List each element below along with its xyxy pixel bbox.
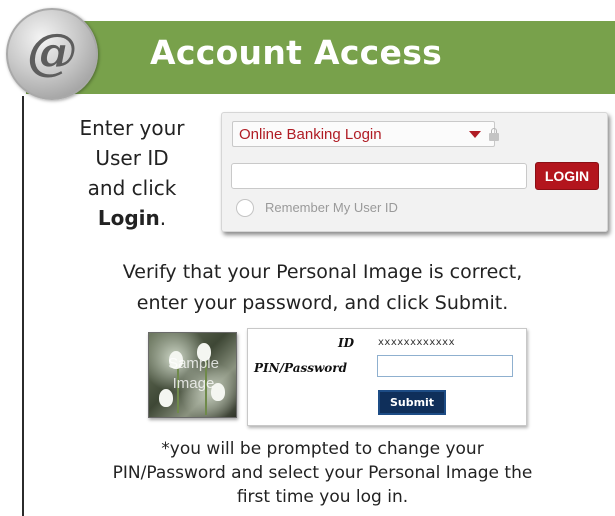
id-value: xxxxxxxxxxxx — [378, 337, 456, 348]
step1-line: Login. — [58, 203, 206, 233]
step2-line: Verify that your Personal Image is corre… — [122, 261, 523, 283]
page-title: Account Access — [150, 33, 443, 72]
login-word: Login — [97, 206, 160, 230]
step1-instructions: Enter your User ID and click Login. — [58, 113, 206, 233]
lock-icon — [489, 128, 499, 141]
at-sign-icon: @ — [6, 8, 98, 100]
footnote-line: PIN/Password and select your Personal Im… — [112, 463, 533, 483]
login-type-select-value: Online Banking Login — [239, 126, 382, 143]
footnote: *you will be prompted to change your PIN… — [30, 437, 615, 509]
step1-line: Enter your — [79, 116, 185, 140]
submit-button[interactable]: Submit — [378, 390, 446, 415]
sample-image-text: Image — [172, 375, 215, 392]
step2-line: enter your password, and click Submit. — [136, 292, 509, 314]
remember-user-id-label: Remember My User ID — [265, 200, 398, 215]
caret-down-icon — [469, 131, 481, 138]
pin-password-label: PIN/Password — [254, 361, 348, 375]
sample-personal-image: Sample Image — [148, 332, 237, 418]
footnote-line: *you will be prompted to change your — [161, 439, 484, 459]
remember-user-id-checkbox[interactable] — [236, 199, 254, 217]
step2-instructions: Verify that your Personal Image is corre… — [30, 257, 615, 319]
step1-line: and click — [87, 176, 177, 200]
login-type-select[interactable]: Online Banking Login — [232, 121, 495, 147]
id-label: ID — [338, 336, 355, 350]
pin-password-form-example: ID xxxxxxxxxxxx PIN/Password Submit — [247, 328, 527, 426]
period: . — [159, 206, 167, 230]
pin-password-input[interactable] — [377, 355, 513, 377]
login-button[interactable]: LOGIN — [535, 162, 599, 190]
user-id-input[interactable] — [231, 163, 527, 189]
login-widget-example: Online Banking Login LOGIN Remember My U… — [221, 112, 608, 232]
step1-line: User ID — [95, 146, 169, 170]
sample-image-text: Sample — [168, 355, 219, 372]
at-sign-glyph: @ — [27, 22, 77, 81]
footnote-line: first time you log in. — [236, 487, 409, 507]
left-divider — [22, 96, 24, 516]
